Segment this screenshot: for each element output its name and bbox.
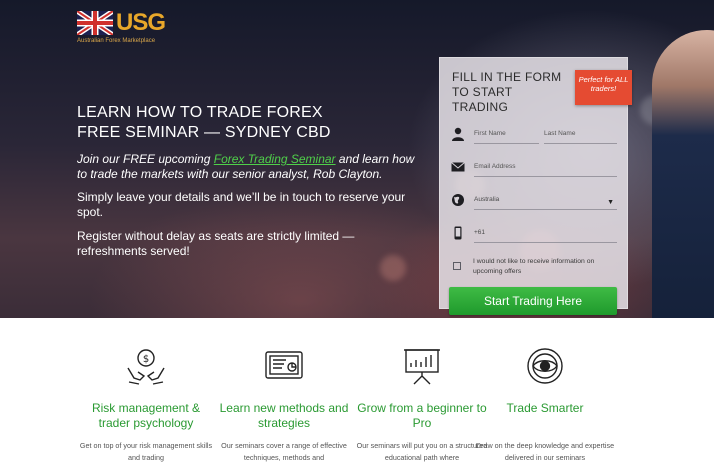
phone-field[interactable]: +61 <box>474 227 617 243</box>
email-placeholder: Email Address <box>474 163 516 170</box>
feature-title: Learn new methods and strategies <box>219 401 349 430</box>
feature-description: Get on top of your risk management skill… <box>79 441 213 462</box>
last-name-field[interactable]: Last Name <box>544 128 617 144</box>
speaker-silhouette <box>652 30 714 318</box>
svg-text:$: $ <box>143 354 149 365</box>
hero-title: LEARN HOW TO TRADE FOREX FREE SEMINAR — … <box>77 103 417 143</box>
name-row: First Name Last Name <box>449 124 617 146</box>
brand-name: USG <box>116 9 166 36</box>
features-section: $ Risk management & trader psychology Ge… <box>0 318 714 463</box>
target-dollar-icon <box>527 348 563 384</box>
phone-row: +61 <box>449 223 617 245</box>
email-row: Email Address <box>449 157 617 179</box>
phone-prefix: +61 <box>474 229 486 236</box>
form-title: FILL IN THE FORM TO START TRADING <box>452 70 562 114</box>
email-field[interactable]: Email Address <box>474 161 617 177</box>
brand-logo[interactable]: USG Australian Forex Marketplace <box>77 9 197 45</box>
feature-title: Trade Smarter <box>506 401 584 415</box>
first-name-field[interactable]: First Name <box>474 128 539 144</box>
country-value: Australia <box>474 196 500 203</box>
union-jack-icon <box>77 11 113 35</box>
hero-title-line: LEARN HOW TO TRADE FOREX <box>77 104 323 121</box>
hero-intro: Join our FREE upcoming Forex Trading Sem… <box>77 152 422 182</box>
first-name-placeholder: First Name <box>474 130 506 137</box>
mobile-phone-icon <box>454 226 462 240</box>
presentation-board-icon <box>404 349 440 385</box>
money-hands-icon: $ <box>127 349 165 385</box>
optout-row: I would not like to receive information … <box>449 256 617 280</box>
seminar-link[interactable]: Forex Trading Seminar <box>214 152 336 166</box>
hero-paragraph: Simply leave your details and we’ll be i… <box>77 190 406 219</box>
feature-title: Risk management & trader psychology <box>91 401 201 430</box>
optout-label: I would not like to receive information … <box>473 258 595 275</box>
globe-icon <box>452 194 464 206</box>
optout-checkbox[interactable] <box>453 262 461 270</box>
feature-description: Our seminars cover a range of effective … <box>221 441 347 462</box>
start-trading-button[interactable]: Start Trading Here <box>449 287 617 315</box>
country-row: Australia ▼ <box>449 190 617 212</box>
hero-title-line: FREE SEMINAR — SYDNEY CBD <box>77 124 331 141</box>
intro-text: Join our FREE upcoming <box>77 152 214 166</box>
tablet-chart-icon <box>265 351 303 379</box>
envelope-icon <box>451 162 465 172</box>
feature-description: Draw on the deep knowledge and expertise… <box>475 441 615 462</box>
country-select[interactable]: Australia ▼ <box>474 194 617 210</box>
feature-title: Grow from a beginner to Pro <box>357 401 487 430</box>
feature-description: Our seminars will put you on a structure… <box>356 441 488 462</box>
promo-badge: Perfect for ALL traders! <box>575 70 632 105</box>
hero-paragraph: Register without delay as seats are stri… <box>77 229 355 258</box>
caret-down-icon: ▼ <box>607 199 614 206</box>
user-icon <box>452 127 464 141</box>
last-name-placeholder: Last Name <box>544 130 576 137</box>
brand-tagline: Australian Forex Marketplace <box>77 38 156 44</box>
